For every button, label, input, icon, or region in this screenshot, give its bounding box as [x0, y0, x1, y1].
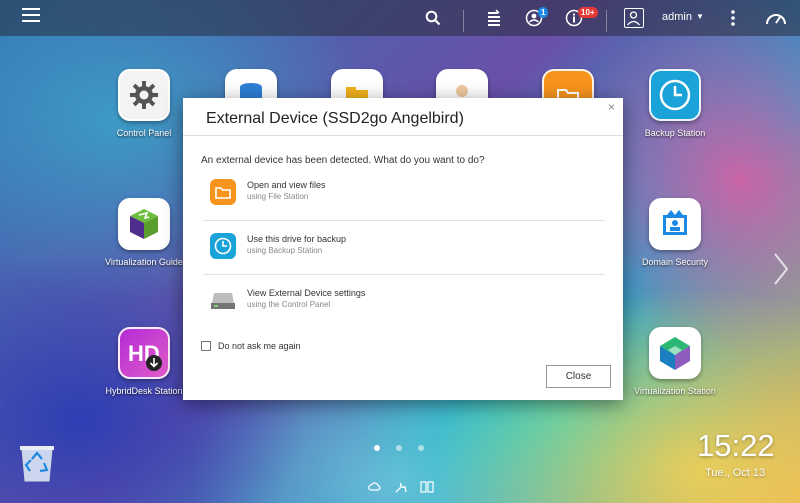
app-hybriddesk-station[interactable]: HD HybridDesk Station: [94, 327, 194, 396]
bottom-toolbar: [368, 480, 434, 494]
dialog-title: External Device (SSD2go Angelbird): [206, 110, 464, 127]
option-subtitle: using the Control Panel: [247, 300, 331, 309]
option-subtitle: using File Station: [247, 192, 309, 201]
toolbar-divider: [606, 10, 607, 32]
user-icon[interactable]: [624, 8, 644, 28]
cube-icon: [118, 198, 170, 250]
notifications-user-icon[interactable]: [522, 0, 546, 36]
app-backup-station[interactable]: Backup Station: [625, 69, 725, 138]
divider: [203, 220, 605, 221]
do-not-ask-checkbox[interactable]: [201, 341, 211, 351]
hd-download-icon: HD: [118, 327, 170, 379]
dashboard-gauge-icon[interactable]: [764, 0, 788, 36]
app-virtualization-station[interactable]: Virtualization Station: [625, 327, 725, 396]
app-label: HybridDesk Station: [105, 386, 183, 396]
page-dot[interactable]: [418, 445, 424, 451]
external-device-dialog: External Device (SSD2go Angelbird) × An …: [183, 98, 623, 400]
app-control-panel[interactable]: Control Panel: [94, 69, 194, 138]
username-label[interactable]: admin: [662, 11, 692, 23]
app-label: Virtualization Station: [634, 386, 716, 396]
more-options-icon[interactable]: [726, 0, 740, 36]
recycle-bin-icon[interactable]: [18, 443, 56, 483]
divider: [203, 274, 605, 275]
app-label: Domain Security: [641, 257, 709, 267]
app-virtualization-guide[interactable]: Virtualization Guide: [94, 198, 194, 267]
cloud-icon[interactable]: [368, 480, 382, 494]
gear-icon: [118, 69, 170, 121]
app-domain-security[interactable]: Domain Security: [625, 198, 725, 267]
divider: [183, 135, 623, 136]
option-title: Open and view files: [247, 180, 326, 190]
task-badge: 1: [538, 7, 549, 18]
domain-id-icon: [649, 198, 701, 250]
clock-time: 15:22: [697, 428, 775, 463]
event-notification-icon[interactable]: [564, 0, 584, 36]
option-subtitle: using Backup Station: [247, 246, 323, 255]
gem-cube-icon: [649, 327, 701, 379]
option-device-settings[interactable]: View External Device settings using the …: [203, 278, 605, 328]
search-icon[interactable]: [422, 0, 444, 36]
chevron-down-icon[interactable]: ▼: [696, 12, 704, 21]
app-label: Backup Station: [644, 128, 706, 138]
chevron-right-icon[interactable]: [772, 252, 790, 286]
app-label: Control Panel: [116, 128, 172, 138]
external-drive-icon: [210, 287, 236, 313]
clock-date: Tue., Oct 13: [705, 467, 766, 479]
background-tasks-icon[interactable]: [483, 0, 505, 36]
app-label: Virtualization Guide: [105, 257, 183, 267]
page-dot[interactable]: [374, 445, 380, 451]
checkbox-label: Do not ask me again: [218, 341, 301, 351]
page-dot[interactable]: [396, 445, 402, 451]
backup-station-icon: [210, 233, 236, 259]
tools-icon[interactable]: [394, 480, 408, 494]
option-title: View External Device settings: [247, 288, 366, 298]
close-button[interactable]: Close: [546, 365, 611, 388]
option-backup[interactable]: Use this drive for backup using Backup S…: [203, 224, 605, 274]
hamburger-menu-icon[interactable]: [22, 8, 40, 24]
close-icon[interactable]: ×: [608, 100, 615, 114]
dialog-prompt: An external device has been detected. Wh…: [201, 155, 485, 166]
page-indicator: [374, 445, 424, 451]
event-badge: 10+: [578, 7, 598, 18]
option-title: Use this drive for backup: [247, 234, 347, 244]
file-station-icon: [210, 179, 236, 205]
book-icon[interactable]: [420, 480, 434, 494]
backup-clock-icon: [649, 69, 701, 121]
top-toolbar: 1 10+ admin ▼: [0, 0, 800, 36]
toolbar-divider: [463, 10, 464, 32]
option-open-files[interactable]: Open and view files using File Station: [203, 170, 605, 220]
